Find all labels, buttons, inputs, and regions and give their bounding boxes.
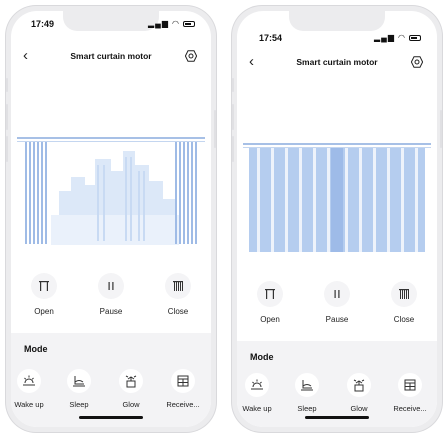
glow-icon xyxy=(353,379,365,392)
mute-switch xyxy=(232,78,234,92)
mode-receive[interactable]: Receive... xyxy=(161,369,205,409)
city-skyline xyxy=(51,151,179,245)
phone-right: 17:54 ▂▄▆ ◠ ‹ Smart curtain motor Open P… xyxy=(232,6,442,432)
mode-panel: Mode Wake up Sleep Glow Receive... xyxy=(11,333,211,427)
nav-bar: ‹ Smart curtain motor xyxy=(11,47,211,67)
curtain-controls: Open Pause Close xyxy=(11,273,211,323)
close-label: Close xyxy=(393,315,415,324)
sleep-icon xyxy=(73,376,85,387)
settings-icon[interactable] xyxy=(411,56,423,68)
close-button[interactable]: Close xyxy=(153,273,203,316)
pause-label: Pause xyxy=(99,307,123,316)
signal-icon: ▂▄▆ xyxy=(148,19,170,28)
mode-glow[interactable]: Glow xyxy=(337,373,381,413)
app-screen: 17:54 ▂▄▆ ◠ ‹ Smart curtain motor Open P… xyxy=(237,11,437,427)
mode-sleep-label: Sleep xyxy=(69,400,89,409)
pause-label: Pause xyxy=(325,315,349,324)
curtain-illustration xyxy=(243,143,431,252)
mode-sleep[interactable]: Sleep xyxy=(285,373,329,413)
settings-icon[interactable] xyxy=(185,50,197,62)
volume-up-button xyxy=(6,104,8,130)
power-button xyxy=(440,110,442,148)
curtain-close-icon xyxy=(399,289,409,299)
pause-icon xyxy=(334,290,340,298)
open-button[interactable]: Open xyxy=(19,273,69,316)
curtain-controls: Open Pause Close xyxy=(237,281,437,331)
open-button[interactable]: Open xyxy=(245,281,295,324)
status-time: 17:54 xyxy=(259,33,283,43)
volume-down-button xyxy=(232,136,234,162)
volume-down-button xyxy=(6,136,8,162)
status-icons: ▂▄▆ ◠ xyxy=(374,33,421,42)
wifi-icon: ◠ xyxy=(172,19,180,28)
volume-up-button xyxy=(232,104,234,130)
page-title: Smart curtain motor xyxy=(296,57,378,67)
open-label: Open xyxy=(260,315,280,324)
status-time: 17:49 xyxy=(31,19,55,29)
open-label: Open xyxy=(34,307,54,316)
phone-left: 17:49 ▂▄▆ ◠ ‹ Smart curtain motor Open P… xyxy=(6,6,216,432)
home-indicator xyxy=(305,416,369,419)
mode-wake-up[interactable]: Wake up xyxy=(237,373,279,413)
mode-sleep-label: Sleep xyxy=(297,404,317,413)
close-button[interactable]: Close xyxy=(379,281,429,324)
calendar-icon xyxy=(404,379,416,391)
wifi-icon: ◠ xyxy=(398,33,406,42)
notch xyxy=(289,11,385,31)
mute-switch xyxy=(6,78,8,92)
home-indicator xyxy=(79,416,143,419)
mode-wake-up-label: Wake up xyxy=(14,400,44,409)
power-button xyxy=(214,110,216,148)
mode-receive-label: Receive... xyxy=(393,404,427,413)
calendar-icon xyxy=(177,375,189,387)
mode-title: Mode xyxy=(24,344,48,354)
mode-sleep[interactable]: Sleep xyxy=(57,369,101,409)
battery-icon xyxy=(409,34,421,41)
mode-wake-up-label: Wake up xyxy=(242,404,272,413)
close-label: Close xyxy=(167,307,189,316)
pause-button[interactable]: Pause xyxy=(86,273,136,316)
mode-glow-label: Glow xyxy=(122,400,140,409)
pause-button[interactable]: Pause xyxy=(312,281,362,324)
mode-receive[interactable]: Receive... xyxy=(388,373,432,413)
curtain-seam xyxy=(331,148,343,252)
curtain-open-icon xyxy=(265,289,275,299)
mode-panel: Mode Wake up Sleep Glow Receive... xyxy=(237,341,437,427)
curtain-illustration xyxy=(17,137,205,245)
curtain-rod xyxy=(243,143,431,145)
app-screen: 17:49 ▂▄▆ ◠ ‹ Smart curtain motor Open P… xyxy=(11,11,211,427)
notch xyxy=(63,11,159,31)
curtain-left-panel xyxy=(25,142,47,244)
signal-icon: ▂▄▆ xyxy=(374,33,396,42)
page-title: Smart curtain motor xyxy=(70,51,152,61)
nav-bar: ‹ Smart curtain motor xyxy=(237,53,437,73)
curtain-open-icon xyxy=(39,281,49,291)
mode-glow[interactable]: Glow xyxy=(109,369,153,409)
pause-icon xyxy=(108,282,114,290)
battery-icon xyxy=(183,20,195,27)
mode-title: Mode xyxy=(250,352,274,362)
status-icons: ▂▄▆ ◠ xyxy=(148,19,195,28)
mode-receive-label: Receive... xyxy=(166,400,200,409)
sleep-icon xyxy=(301,380,313,391)
curtain-rod xyxy=(17,137,205,139)
mode-glow-label: Glow xyxy=(350,404,368,413)
sunrise-icon xyxy=(251,379,263,390)
glow-icon xyxy=(125,375,137,388)
sunrise-icon xyxy=(23,375,35,386)
curtain-close-icon xyxy=(173,281,183,291)
mode-wake-up[interactable]: Wake up xyxy=(11,369,51,409)
